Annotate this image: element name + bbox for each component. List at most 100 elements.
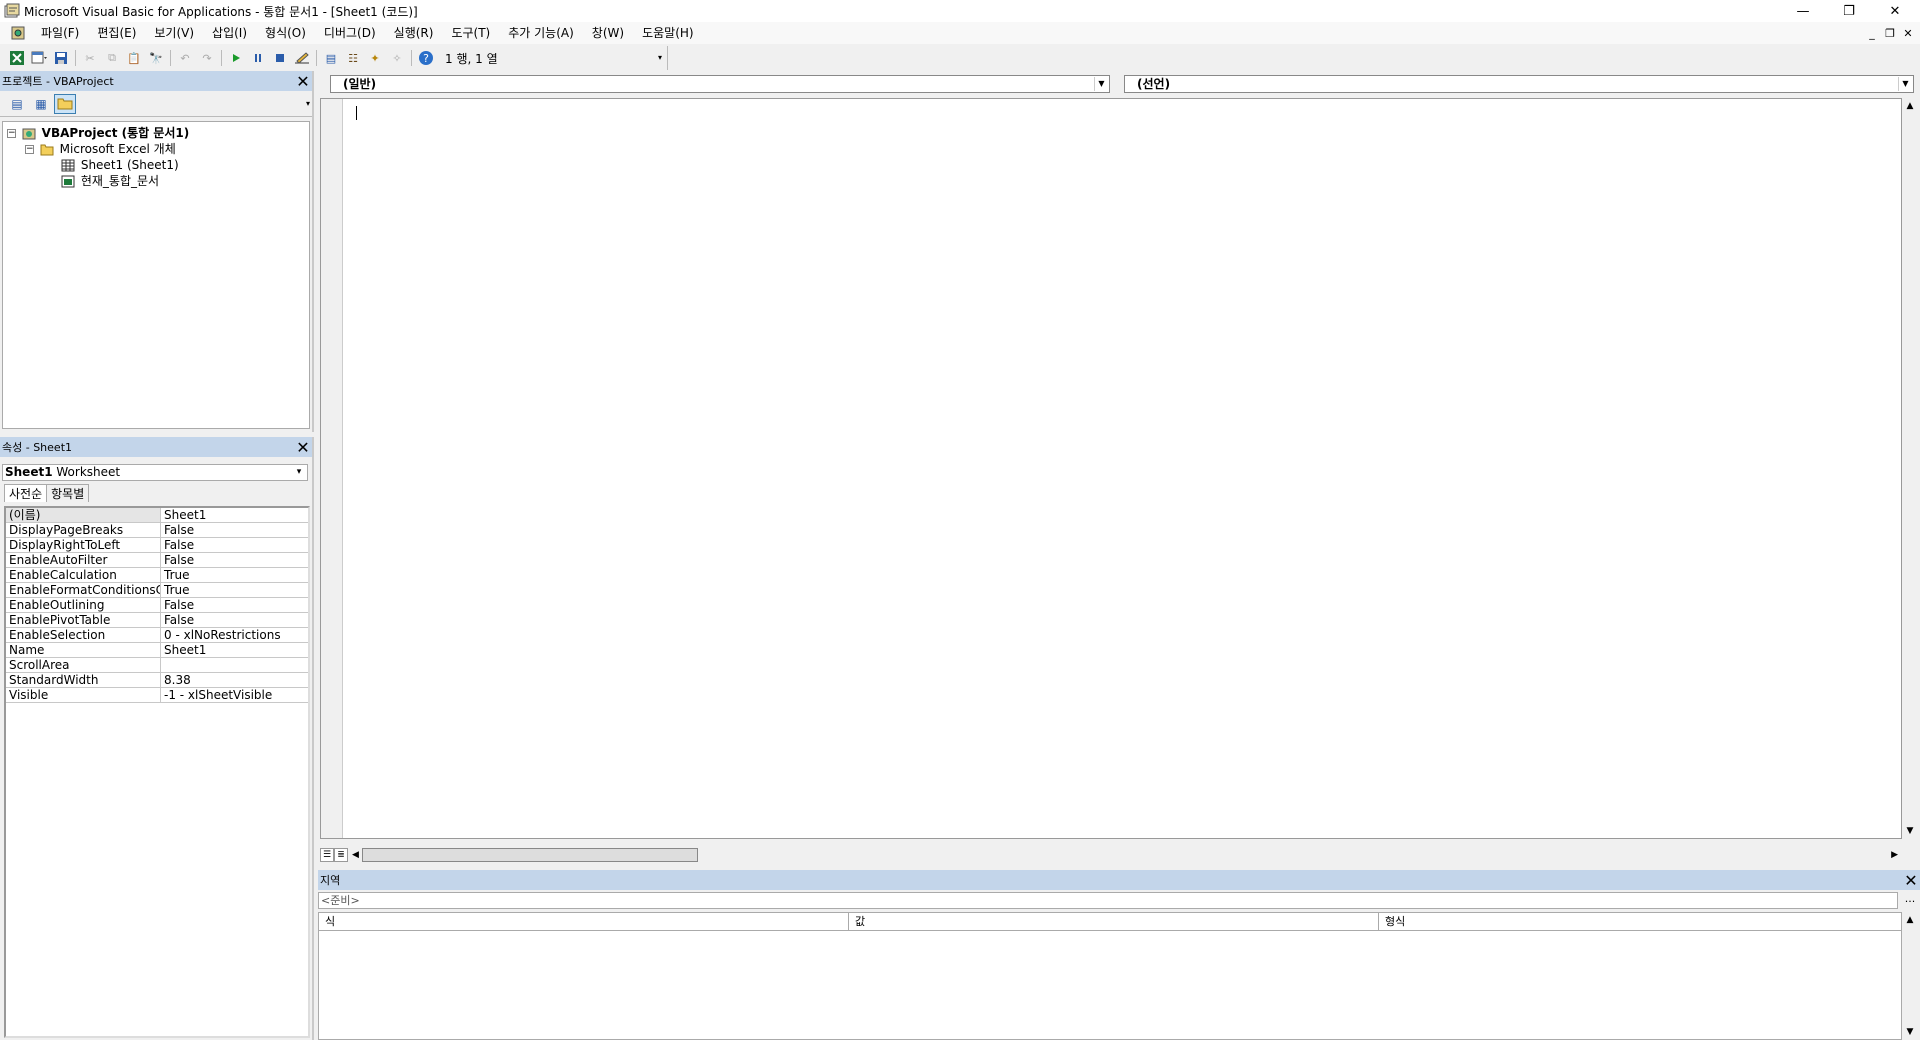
properties-close-button[interactable]: ✕ <box>294 438 312 457</box>
locals-close-button[interactable]: ✕ <box>1902 871 1920 890</box>
close-button[interactable]: ✕ <box>1872 0 1918 22</box>
break-button[interactable] <box>248 48 268 68</box>
toolbox-button[interactable]: ✧ <box>387 48 407 68</box>
menu-help[interactable]: 도움말(H) <box>633 22 703 44</box>
menu-format[interactable]: 형식(O) <box>256 22 315 44</box>
help-button[interactable]: ? <box>416 48 436 68</box>
property-row[interactable]: EnablePivotTable False <box>6 613 308 628</box>
insert-userform-button[interactable] <box>29 48 49 68</box>
menu-insert[interactable]: 삽입(I) <box>203 22 256 44</box>
scroll-right-icon[interactable]: ▶ <box>1891 850 1898 860</box>
find-button[interactable]: 🔭 <box>146 48 166 68</box>
property-row[interactable]: StandardWidth 8.38 <box>6 673 308 688</box>
property-value[interactable]: False <box>161 523 308 537</box>
mdi-restore-button[interactable]: ❐ <box>1882 25 1898 41</box>
chevron-down-icon[interactable]: ▾ <box>291 465 307 480</box>
run-button[interactable] <box>226 48 246 68</box>
menu-view[interactable]: 보기(V) <box>145 22 203 44</box>
restore-button[interactable]: ❐ <box>1826 0 1872 22</box>
property-value[interactable]: False <box>161 538 308 552</box>
collapse-icon[interactable]: − <box>7 129 16 138</box>
design-mode-button[interactable] <box>292 48 312 68</box>
toggle-folders-button[interactable] <box>54 93 76 114</box>
redo-button[interactable]: ↷ <box>197 48 217 68</box>
tab-categorized[interactable]: 항목별 <box>47 484 90 502</box>
property-row[interactable]: Visible -1 - xlSheetVisible <box>6 688 308 703</box>
scroll-up-icon[interactable]: ▲ <box>1904 915 1916 925</box>
project-toolbar-options-icon[interactable]: ▾ <box>306 99 310 108</box>
scroll-down-icon[interactable]: ▼ <box>1904 1027 1916 1037</box>
property-value[interactable]: True <box>161 583 308 597</box>
minimize-button[interactable]: — <box>1780 0 1826 22</box>
chevron-down-icon[interactable]: ▼ <box>1094 77 1108 91</box>
tree-node-thisworkbook[interactable]: 현재_통합_문서 <box>3 173 309 189</box>
object-selector[interactable]: Sheet1 Worksheet ▾ <box>2 464 308 481</box>
menu-edit[interactable]: 편집(E) <box>88 22 145 44</box>
property-row[interactable]: ScrollArea <box>6 658 308 673</box>
property-row[interactable]: EnableSelection 0 - xlNoRestrictions <box>6 628 308 643</box>
vba-doc-icon[interactable] <box>10 25 26 41</box>
tree-node-excel-objects[interactable]: − Microsoft Excel 개체 <box>3 141 309 157</box>
code-horizontal-scrollbar[interactable]: ☰ ≣ ◀ ▶ <box>320 847 1918 863</box>
scroll-down-icon[interactable]: ▼ <box>1904 826 1916 836</box>
object-browser-button[interactable]: ✦ <box>365 48 385 68</box>
property-value[interactable] <box>161 658 308 672</box>
code-editor[interactable] <box>320 98 1902 839</box>
locals-vertical-scrollbar[interactable]: ▲ ▼ <box>1902 912 1918 1040</box>
full-module-view-button[interactable]: ≣ <box>334 848 348 862</box>
tree-node-sheet1[interactable]: Sheet1 (Sheet1) <box>3 157 309 173</box>
property-value[interactable]: 8.38 <box>161 673 308 687</box>
object-combo[interactable]: (일반) ▼ <box>330 75 1110 93</box>
procedure-view-button[interactable]: ☰ <box>320 848 334 862</box>
tree-node-vbaproject[interactable]: − VBAProject (통합 문서1) <box>3 125 309 141</box>
procedure-combo[interactable]: (선언) ▼ <box>1124 75 1914 93</box>
cut-button[interactable]: ✂ <box>80 48 100 68</box>
scroll-left-icon[interactable]: ◀ <box>352 850 359 860</box>
property-row[interactable]: EnableFormatConditionsCa True <box>6 583 308 598</box>
column-expression[interactable]: 식 <box>319 913 849 930</box>
call-stack-button[interactable]: ... <box>1902 892 1918 909</box>
copy-button[interactable]: ⧉ <box>102 48 122 68</box>
mdi-minimize-button[interactable]: _ <box>1864 25 1880 41</box>
column-value[interactable]: 값 <box>849 913 1379 930</box>
property-row[interactable]: EnableOutlining False <box>6 598 308 613</box>
scroll-up-icon[interactable]: ▲ <box>1904 101 1916 111</box>
save-button[interactable] <box>51 48 71 68</box>
property-value[interactable]: False <box>161 553 308 567</box>
margin-indicator-bar[interactable] <box>321 99 343 838</box>
property-value[interactable]: 0 - xlNoRestrictions <box>161 628 308 642</box>
horizontal-scroll-thumb[interactable] <box>362 848 698 862</box>
menu-file[interactable]: 파일(F) <box>32 22 88 44</box>
property-value[interactable]: False <box>161 598 308 612</box>
property-value[interactable]: Sheet1 <box>161 643 308 657</box>
toolbar-options-icon[interactable]: ▾ <box>655 48 665 68</box>
chevron-down-icon[interactable]: ▼ <box>1898 77 1912 91</box>
menu-add-ins[interactable]: 추가 기능(A) <box>499 22 583 44</box>
code-vertical-scrollbar[interactable]: ▲ ▼ <box>1902 98 1918 839</box>
property-value[interactable]: False <box>161 613 308 627</box>
menu-run[interactable]: 실행(R) <box>385 22 443 44</box>
property-row[interactable]: (이름) Sheet1 <box>6 508 308 523</box>
property-row[interactable]: DisplayRightToLeft False <box>6 538 308 553</box>
property-row[interactable]: Name Sheet1 <box>6 643 308 658</box>
mdi-close-button[interactable]: ✕ <box>1900 25 1916 41</box>
view-excel-button[interactable] <box>7 48 27 68</box>
property-value[interactable]: Sheet1 <box>161 508 308 522</box>
property-row[interactable]: EnableAutoFilter False <box>6 553 308 568</box>
reset-button[interactable] <box>270 48 290 68</box>
project-explorer-button[interactable]: ▤ <box>321 48 341 68</box>
project-explorer-close-button[interactable]: ✕ <box>294 72 312 91</box>
menu-window[interactable]: 창(W) <box>583 22 633 44</box>
property-value[interactable]: -1 - xlSheetVisible <box>161 688 308 702</box>
property-row[interactable]: EnableCalculation True <box>6 568 308 583</box>
collapse-icon[interactable]: − <box>25 145 34 154</box>
tab-alphabetic[interactable]: 사전순 <box>4 484 48 502</box>
paste-button[interactable]: 📋 <box>124 48 144 68</box>
properties-window-button[interactable]: ☷ <box>343 48 363 68</box>
view-code-button[interactable]: ▤ <box>6 94 28 114</box>
menu-debug[interactable]: 디버그(D) <box>315 22 385 44</box>
menu-tools[interactable]: 도구(T) <box>442 22 499 44</box>
property-value[interactable]: True <box>161 568 308 582</box>
undo-button[interactable]: ↶ <box>175 48 195 68</box>
property-row[interactable]: DisplayPageBreaks False <box>6 523 308 538</box>
